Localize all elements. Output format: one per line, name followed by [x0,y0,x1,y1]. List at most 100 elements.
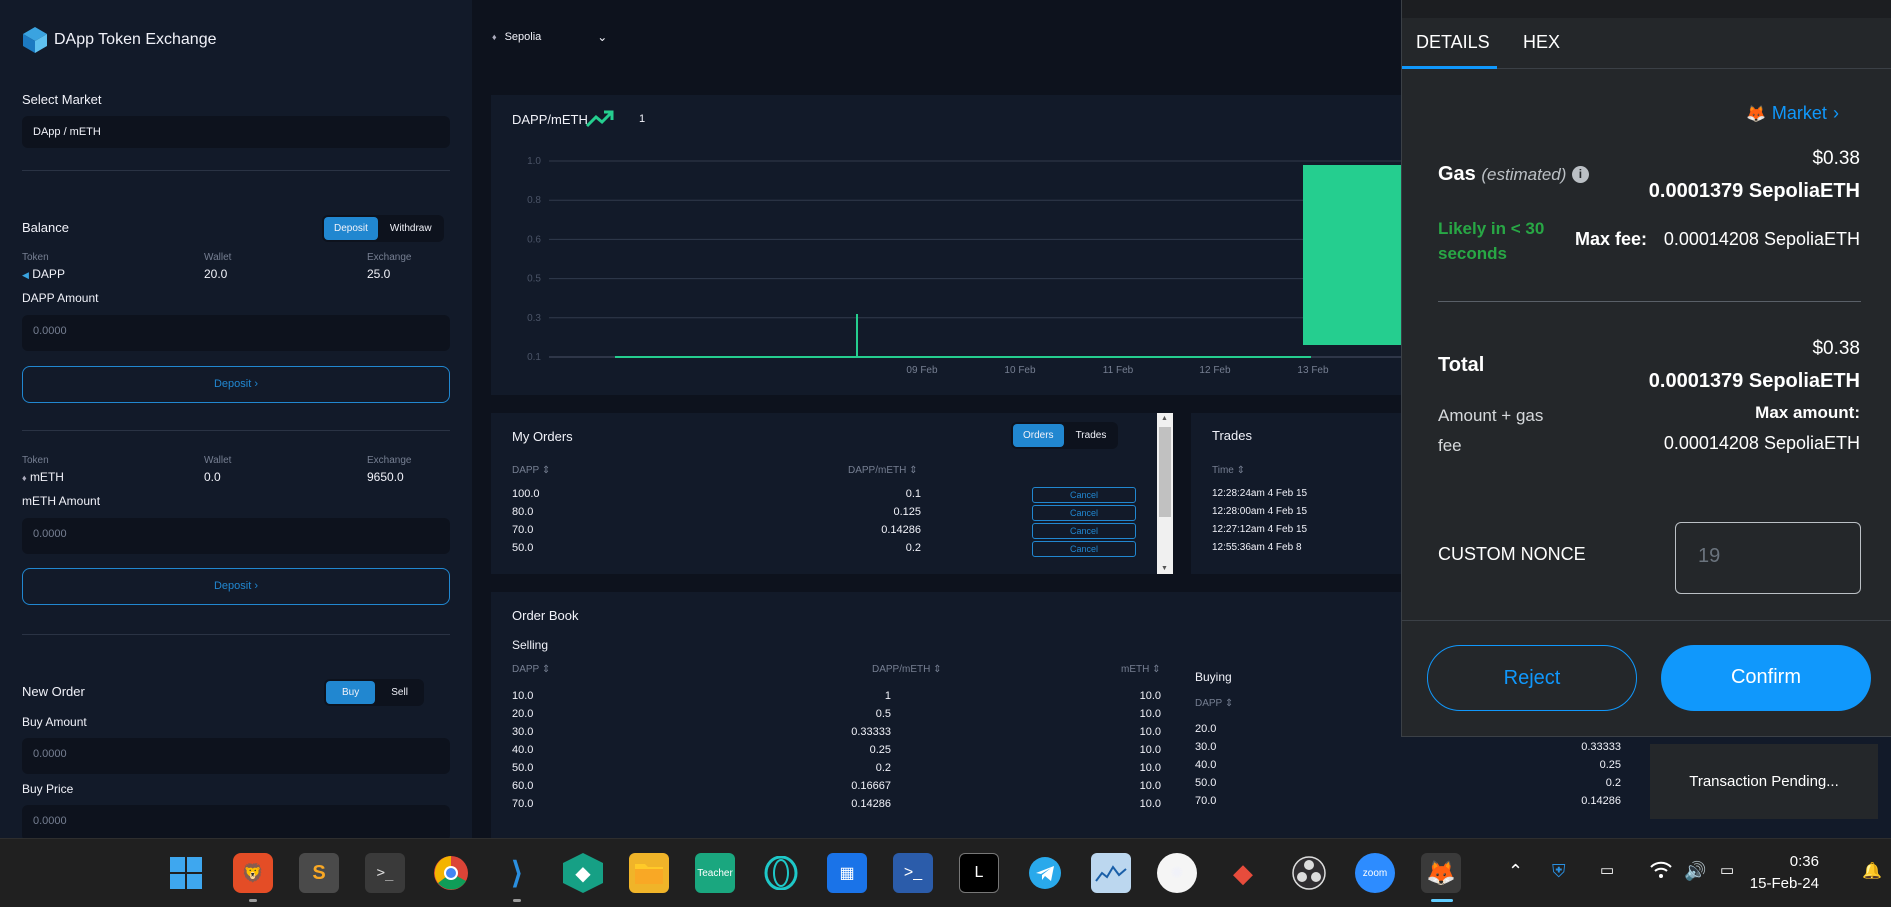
opera-icon[interactable] [761,853,801,893]
trade-time: 12:55:36am 4 Feb 8 [1212,542,1302,553]
buy-tab[interactable]: Buy [326,681,376,704]
col-price-label: DAPP/mETH [848,465,907,476]
col-time[interactable]: Time ⇕ [1212,465,1245,476]
token1-amount-label: DAPP Amount [22,291,99,305]
col-time-label: Time [1212,465,1234,476]
y-tick-label: 0.8 [527,195,541,206]
gas-usd: $0.38 [1812,148,1860,169]
vscode-icon[interactable]: ⟩ [497,853,537,893]
sell-tab[interactable]: Sell [377,681,422,704]
metamask-taskbar-icon[interactable]: 🦊 [1421,853,1461,893]
color-app-icon[interactable]: ✺ [1157,853,1197,893]
network-status-icon[interactable]: ▭ [1600,861,1614,879]
sublime-text-icon[interactable]: S [299,853,339,893]
divider [1438,301,1861,302]
teacher-app-icon[interactable]: Teacher [695,853,735,893]
token2-amount-input[interactable]: 0.0000 [22,518,450,554]
sell-price: 0.5 [875,708,891,720]
sell-meth: 10.0 [1139,798,1161,810]
chevron-up-icon[interactable]: ⌃ [1508,861,1523,882]
brave-browser-icon[interactable]: 🦁 [233,853,273,893]
order-amount: 70.0 [512,524,534,536]
col-amount[interactable]: DAPP ⇕ [512,465,550,476]
market-select[interactable]: DApp / mETH [22,116,450,148]
notification-bell-icon[interactable]: 🔔 [1862,861,1882,881]
buy-amount-input[interactable]: 0.0000 [22,738,450,774]
buy-amount-label: Buy Amount [22,715,87,729]
x-tick-label: 13 Feb [1297,365,1329,376]
order-book-title: Order Book [512,608,579,623]
token2-amount-label: mETH Amount [22,494,101,508]
clock[interactable]: 0:36 15-Feb-24 [1750,851,1819,895]
withdraw-tab[interactable]: Withdraw [380,217,442,240]
network-select[interactable]: ♦ Sepolia ⌄ [492,30,607,44]
max-amount-value: 0.00014208 SepoliaETH [1663,433,1860,453]
cancel-order-button[interactable]: Cancel [1032,541,1136,557]
buy-dapp: 20.0 [1195,723,1217,735]
divider [22,634,450,635]
l-app-icon[interactable]: L [959,853,999,893]
chevron-right-icon: › [1832,103,1839,123]
zoom-icon[interactable]: zoom [1355,853,1395,893]
app-title: DApp Token Exchange [54,31,217,48]
token1-deposit-button[interactable]: Deposit › [22,366,450,403]
git-icon[interactable]: ◆ [1223,853,1263,893]
tab-hex[interactable]: HEX [1523,32,1560,53]
sell-col-price[interactable]: DAPP/mETH ⇕ [872,664,942,675]
sell-col-meth[interactable]: mETH ⇕ [1121,664,1161,675]
trade-time: 12:27:12am 4 Feb 15 [1212,524,1308,535]
x-tick-label: 10 Feb [1004,365,1036,376]
trades-title: Trades [1212,428,1252,443]
token1-exchange: 25.0 [367,267,391,281]
windows-start-icon[interactable] [166,853,206,893]
confirm-button[interactable]: Confirm [1661,645,1871,711]
resource-monitor-icon[interactable] [1091,853,1131,893]
trades-tab[interactable]: Trades [1066,424,1117,447]
info-icon[interactable]: i [1571,166,1589,184]
transaction-pending-toast: Transaction Pending... [1650,744,1878,819]
divider [22,170,450,171]
wifi-icon[interactable] [1650,861,1672,884]
reject-button[interactable]: Reject [1427,645,1637,711]
terminal-icon[interactable]: >_ [365,853,405,893]
telegram-icon[interactable] [1025,853,1065,893]
volume-icon[interactable]: 🔊 [1684,861,1706,882]
trades-panel: Trades Time ⇕ 12:28:24am 4 Feb 15 12:28:0… [1191,413,1411,574]
custom-nonce-input[interactable]: 19 [1675,522,1861,594]
orders-tab[interactable]: Orders [1013,424,1064,447]
token2-deposit-button[interactable]: Deposit › [22,568,450,605]
buy-col-dapp[interactable]: DAPP ⇕ [1195,698,1233,709]
calendar-icon[interactable]: ▦ [827,853,867,893]
chrome-icon[interactable] [431,853,471,893]
active-indicator [1431,899,1453,902]
token2-deposit-label: Deposit [213,580,252,592]
eth-token-icon: ♦ [22,473,27,483]
scrollbar[interactable]: ▲ ▼ [1157,413,1173,574]
scrollbar-thumb[interactable] [1159,427,1171,517]
scroll-up-icon[interactable]: ▲ [1161,415,1168,422]
buy-col-dapp-label: DAPP [1195,698,1223,709]
obs-icon[interactable] [1289,853,1329,893]
running-indicator [513,899,521,902]
cancel-order-button[interactable]: Cancel [1032,505,1136,521]
gas-label: Gas (estimated) i [1438,163,1589,186]
battery-icon[interactable]: ▭ [1720,861,1734,879]
deposit-tab[interactable]: Deposit [324,217,378,240]
col-price[interactable]: DAPP/mETH ⇕ [848,465,918,476]
powershell-icon[interactable]: >_ [893,853,933,893]
token1-amount-input[interactable]: 0.0000 [22,315,450,351]
scroll-down-icon[interactable]: ▼ [1161,565,1168,572]
shield-icon[interactable]: ⛨ [1552,861,1566,882]
max-amount-label: Max amount: [1755,403,1860,422]
sell-meth: 10.0 [1139,744,1161,756]
sell-col-dapp[interactable]: DAPP ⇕ [512,664,550,675]
file-explorer-icon[interactable] [629,853,669,893]
buy-price-label: Buy Price [22,782,74,796]
sell-dapp: 40.0 [512,744,534,756]
cancel-order-button[interactable]: Cancel [1032,523,1136,539]
hexagon-app-icon[interactable]: ◆ [563,853,603,893]
buy-price-input[interactable]: 0.0000 [22,805,450,838]
site-link[interactable]: 🦊 Market › [1746,103,1839,124]
cancel-order-button[interactable]: Cancel [1032,487,1136,503]
tab-details[interactable]: DETAILS [1416,32,1490,53]
